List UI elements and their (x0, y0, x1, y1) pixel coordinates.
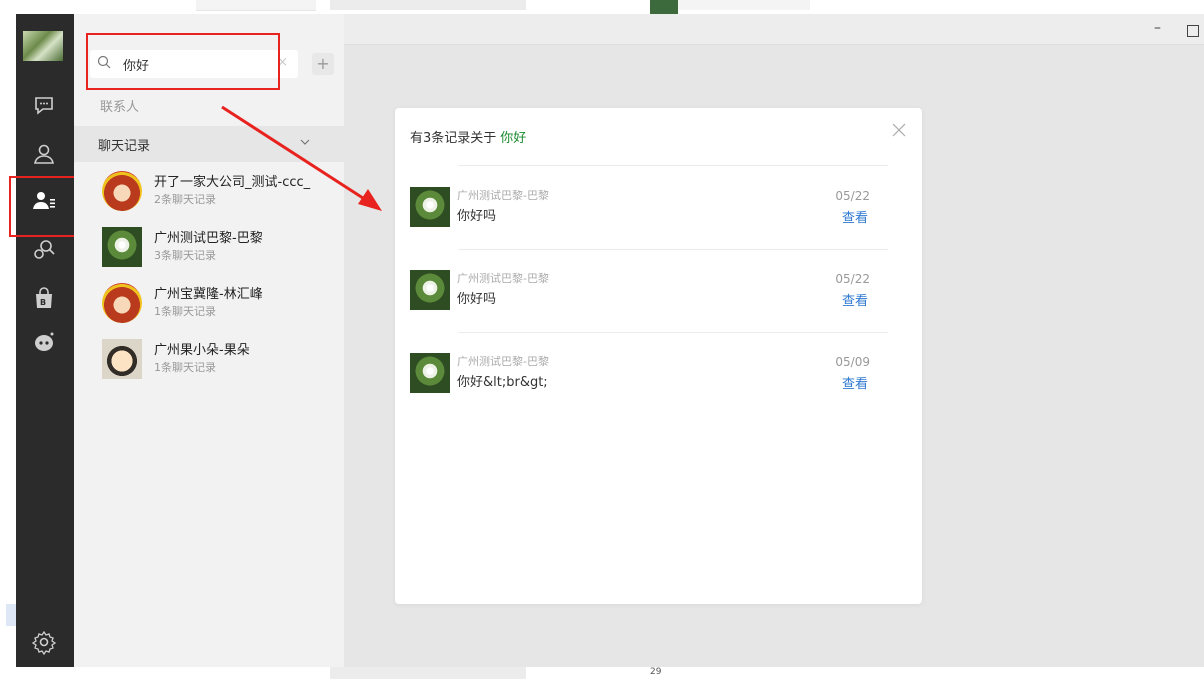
bull-avatar (102, 283, 142, 323)
record-date: 05/09 (835, 355, 870, 369)
record-item[interactable]: 广州测试巴黎-巴黎 你好&lt;br&gt; 05/09 查看 (410, 353, 880, 409)
background-window-bottom: 29 (0, 667, 1204, 679)
add-button[interactable]: + (312, 53, 334, 75)
divider (458, 165, 888, 166)
flower-avatar (410, 187, 450, 227)
discover-search-icon[interactable] (27, 232, 61, 266)
contact-name: 广州果小朵-果朵 (154, 343, 250, 358)
contact-record-count: 1条聊天记录 (154, 305, 216, 318)
record-message: 你好吗 (457, 292, 497, 307)
record-sender: 广州测试巴黎-巴黎 (457, 189, 549, 202)
flower-avatar (410, 270, 450, 310)
flower-avatar (410, 353, 450, 393)
dialog-title-prefix: 有3条记录关于 (410, 131, 497, 146)
contact-name: 开了一家大公司_测试-ccc_ (154, 175, 311, 190)
settings-gear-icon[interactable] (27, 625, 61, 659)
divider (458, 332, 888, 333)
background-window-top (0, 0, 1204, 14)
contact-item[interactable]: 广州果小朵-果朵 1条聊天记录 (100, 337, 340, 387)
background-bottom-text: 29 (650, 667, 662, 677)
bull-avatar (102, 171, 142, 211)
view-link[interactable]: 查看 (842, 373, 868, 392)
maximize-button[interactable] (1187, 25, 1199, 37)
main-header (344, 14, 1204, 45)
view-link[interactable]: 查看 (842, 207, 868, 226)
search-results-dialog: 有3条记录关于 你好 广州测试巴黎-巴黎 你好吗 05/22 查看 广州测试巴黎-… (395, 108, 922, 604)
contact-record-count: 1条聊天记录 (154, 361, 216, 374)
record-message: 你好&lt;br&gt; (457, 375, 548, 390)
contact-item[interactable]: 开了一家大公司_测试-ccc_ 2条聊天记录 (100, 169, 340, 219)
record-sender: 广州测试巴黎-巴黎 (457, 355, 549, 368)
shopping-bag-icon[interactable]: B (27, 281, 61, 315)
minimize-button[interactable]: – (1154, 20, 1161, 36)
divider (458, 249, 888, 250)
chevron-down-icon (300, 139, 310, 145)
view-link[interactable]: 查看 (842, 290, 868, 309)
dialog-keyword: 你好 (500, 131, 527, 146)
section-contacts[interactable]: 联系人 (100, 96, 139, 115)
contact-record-count: 2条聊天记录 (154, 193, 216, 206)
highlight-search-box (86, 33, 280, 90)
section-chat-records-label: 聊天记录 (98, 139, 151, 154)
user-avatar[interactable] (23, 31, 63, 61)
chat-bubble-icon[interactable] (27, 88, 61, 122)
cartoon-avatar (102, 339, 142, 379)
contact-name: 广州宝冀隆-林汇峰 (154, 287, 263, 302)
contact-record-count: 3条聊天记录 (154, 249, 216, 262)
record-message: 你好吗 (457, 209, 497, 224)
dialog-title: 有3条记录关于 你好 (410, 127, 526, 146)
contact-item[interactable]: 广州测试巴黎-巴黎 3条聊天记录 (100, 225, 340, 275)
section-chat-records[interactable]: 聊天记录 (74, 126, 344, 162)
svg-text:B: B (40, 298, 46, 307)
record-date: 05/22 (835, 189, 870, 203)
close-icon[interactable] (892, 123, 906, 137)
record-date: 05/22 (835, 272, 870, 286)
robot-icon[interactable] (27, 325, 61, 359)
record-item[interactable]: 广州测试巴黎-巴黎 你好吗 05/22 查看 (410, 187, 880, 243)
flower-avatar (102, 227, 142, 267)
contacts-person-icon[interactable] (27, 137, 61, 171)
record-item[interactable]: 广州测试巴黎-巴黎 你好吗 05/22 查看 (410, 270, 880, 326)
background-window-left (0, 14, 16, 667)
contact-name: 广州测试巴黎-巴黎 (154, 231, 263, 246)
record-sender: 广州测试巴黎-巴黎 (457, 272, 549, 285)
contact-item[interactable]: 广州宝冀隆-林汇峰 1条聊天记录 (100, 281, 340, 331)
